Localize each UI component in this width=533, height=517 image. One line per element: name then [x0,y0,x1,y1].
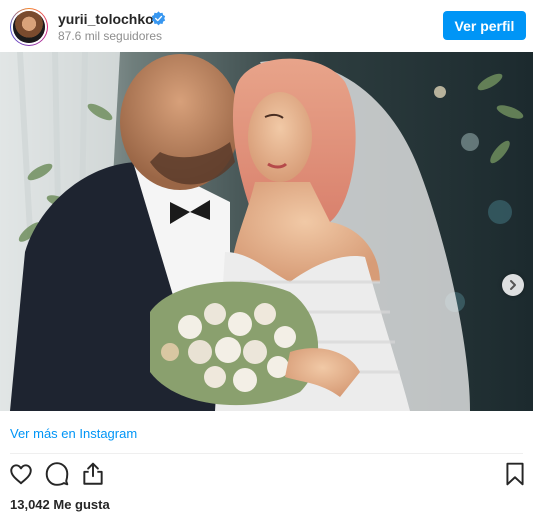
followers-count: 87.6 mil seguidores [58,29,163,43]
share-button[interactable] [80,461,106,487]
carousel-next-button[interactable] [502,274,524,296]
heart-icon [10,464,32,485]
bookmark-icon [506,462,524,486]
verified-badge-icon [151,11,166,26]
avatar[interactable] [10,8,48,46]
post-header: yurii_tolochko 87.6 mil seguidores Ver p… [0,0,533,52]
view-more-on-instagram-link[interactable]: Ver más en Instagram [10,426,137,441]
divider [10,453,523,454]
avatar-image [13,11,45,43]
like-button[interactable] [8,461,34,487]
save-button[interactable] [502,461,528,487]
share-icon [83,462,103,485]
comment-icon [45,462,69,486]
likes-count: 13,042 Me gusta [10,497,110,512]
wedding-photo-illustration [0,52,533,411]
username[interactable]: yurii_tolochko [58,11,154,27]
chevron-right-icon [510,280,516,290]
view-profile-button[interactable]: Ver perfil [443,11,526,40]
comment-button[interactable] [44,461,70,487]
post-photo[interactable] [0,52,533,411]
instagram-embed-card: yurii_tolochko 87.6 mil seguidores Ver p… [0,0,533,517]
